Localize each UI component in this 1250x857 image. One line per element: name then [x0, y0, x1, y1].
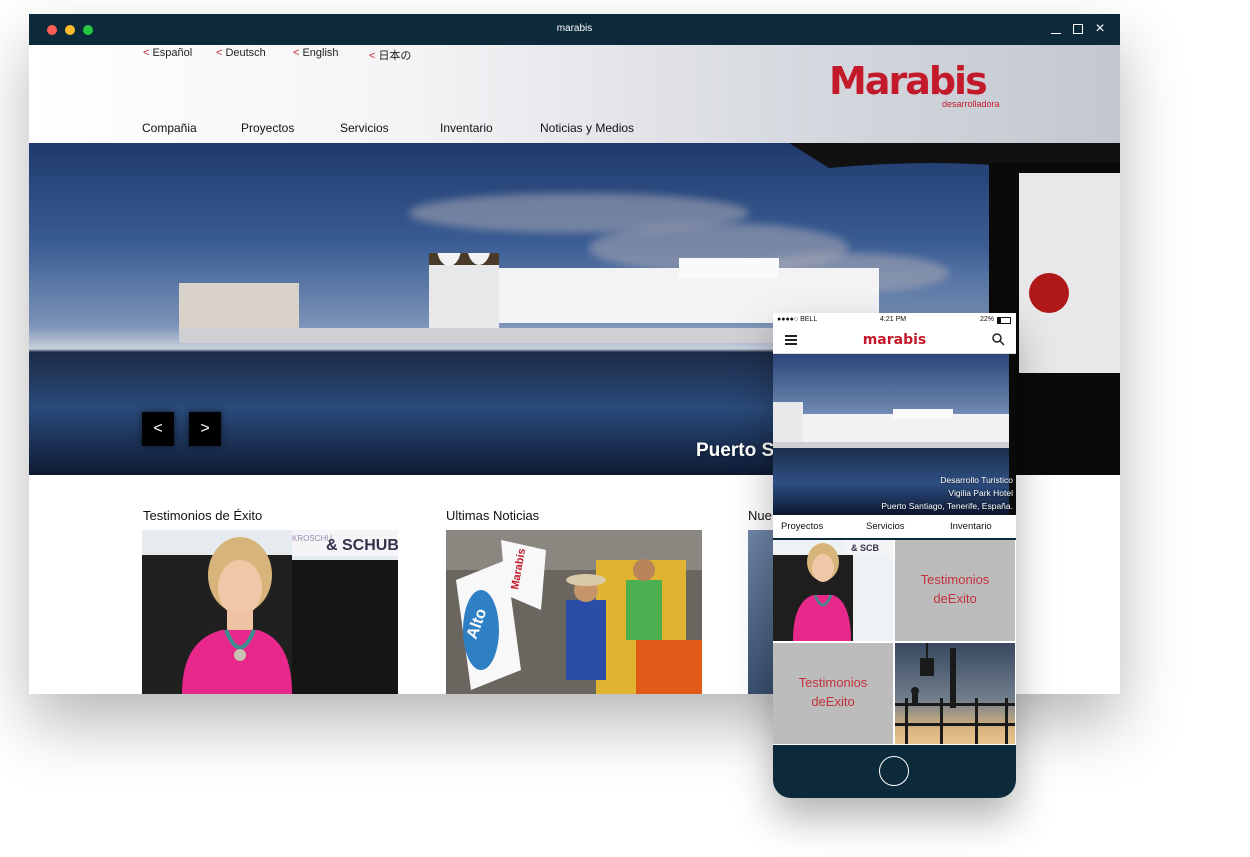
tile-testimonial-photo[interactable]: & SCB: [773, 540, 893, 641]
caption-line: Puerto Santiago, Tenerife, España.: [881, 501, 1013, 511]
tile-label-line: deExito: [933, 591, 977, 606]
testimonial-thumbnail[interactable]: KROSCHU & SCHUB: [142, 530, 398, 694]
minimize-icon[interactable]: [1049, 22, 1063, 36]
tile-label-line: Testimonios: [798, 675, 868, 690]
section-title-third[interactable]: Nue: [748, 508, 772, 523]
marabis-logo[interactable]: Marabis desarrolladora: [829, 59, 1009, 109]
sign-text: & SCB: [851, 543, 880, 553]
nav-compania[interactable]: Compañia: [142, 121, 197, 135]
news-thumbnail[interactable]: Alto Marabis: [446, 530, 702, 694]
tile-label-line: Testimonios: [920, 572, 990, 587]
language-label: Deutsch: [225, 47, 266, 59]
tile-testimonios[interactable]: Testimonios deExito: [895, 540, 1015, 641]
woman-at-desk-image: & SCB: [773, 540, 893, 641]
chevron-left-icon: <: [143, 47, 150, 59]
phone-tabs: Proyectos Servicios Inventario: [773, 515, 1016, 538]
nav-servicios[interactable]: Servicios: [340, 121, 389, 135]
logo-wordmark: Marabis: [829, 59, 988, 103]
status-carrier: ●●●●○ BELL: [777, 316, 818, 323]
window-title: marabis: [556, 23, 593, 34]
tab-proyectos[interactable]: Proyectos: [781, 521, 823, 532]
language-label: Español: [152, 47, 193, 59]
tile-label: Testimonios deExito: [773, 673, 893, 711]
close-icon[interactable]: ×: [1093, 21, 1107, 37]
slider-prev-button[interactable]: <: [142, 412, 174, 446]
maximize-icon[interactable]: [1071, 22, 1085, 36]
phone-logo[interactable]: marabis: [773, 332, 1016, 348]
section-title-noticias[interactable]: Ultimas Noticias: [446, 508, 539, 523]
workers-with-flags-image: Alto Marabis: [446, 530, 702, 694]
chevron-left-icon: <: [369, 50, 376, 62]
phone-status-bar: ●●●●○ BELL 4:21 PM 22%: [773, 313, 1016, 327]
caption-line: Vigilia Park Hotel: [948, 488, 1013, 498]
language-link-es[interactable]: < Español: [143, 47, 192, 59]
home-button-icon[interactable]: [879, 756, 909, 786]
nav-inventario[interactable]: Inventario: [440, 121, 493, 135]
tab-inventario[interactable]: Inventario: [950, 521, 992, 532]
tile-label: Testimonios deExito: [895, 570, 1015, 608]
tile-testimonios[interactable]: Testimonios deExito: [773, 643, 893, 744]
tab-servicios[interactable]: Servicios: [866, 521, 905, 532]
woman-at-desk-image: KROSCHU & SCHUB: [142, 530, 398, 694]
chevron-left-icon: <: [216, 47, 223, 59]
slider-next-button[interactable]: >: [189, 412, 221, 446]
nav-noticias-y-medios[interactable]: Noticias y Medios: [540, 121, 634, 135]
search-icon[interactable]: [991, 332, 1005, 346]
title-bar: marabis ×: [29, 14, 1120, 45]
phone-hero-caption: Desarrollo Turistico Vigilia Park Hotel …: [881, 474, 1013, 513]
language-link-ja[interactable]: < 日本の: [369, 47, 411, 63]
construction-silhouette-image: [895, 643, 1015, 744]
phone-hero[interactable]: Desarrollo Turistico Vigilia Park Hotel …: [773, 354, 1016, 515]
battery-icon: [997, 317, 1011, 324]
nav-proyectos[interactable]: Proyectos: [241, 121, 294, 135]
language-link-en[interactable]: < English: [293, 47, 339, 59]
chevron-left-icon: <: [293, 47, 300, 59]
tile-label-line: deExito: [811, 694, 855, 709]
caption-line: Desarrollo Turistico: [940, 475, 1013, 485]
language-label: 日本の: [378, 50, 412, 62]
logo-subtitle: desarrolladora: [942, 99, 1000, 109]
language-label: English: [302, 47, 339, 59]
phone-mockup: ●●●●○ BELL 4:21 PM 22% marabis Desarroll…: [773, 313, 1016, 798]
site-header: < Español < Deutsch < English < 日本の Marabis …: [29, 45, 1120, 144]
phone-tile-grid: & SCB Testimonios deExito Testimonios de…: [773, 540, 1016, 745]
language-link-de[interactable]: < Deutsch: [216, 47, 266, 59]
status-time: 4:21 PM: [880, 316, 907, 323]
status-battery: 22%: [980, 316, 995, 323]
sign-text: & SCHUB: [326, 537, 398, 554]
tile-construction-photo[interactable]: [895, 643, 1015, 744]
section-title-testimonios[interactable]: Testimonios de Éxito: [143, 508, 262, 523]
phone-app-bar: marabis: [773, 327, 1016, 354]
